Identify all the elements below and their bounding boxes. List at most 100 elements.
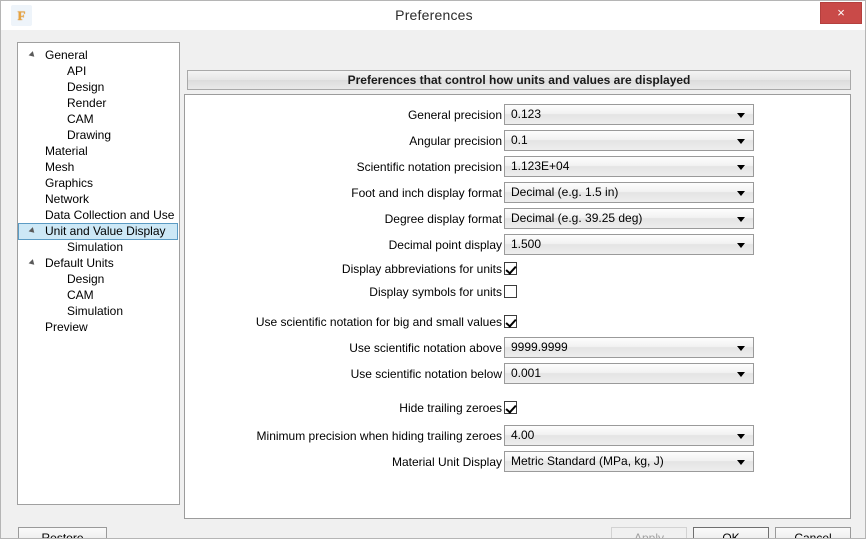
dropdown-use-scientific-notation-below[interactable]: 0.001 xyxy=(504,363,754,384)
form-row-display-symbols-for-units: Display symbols for units xyxy=(185,281,850,303)
dropdown-value: 1.500 xyxy=(511,237,542,251)
tree-item-graphics[interactable]: Graphics xyxy=(18,175,179,191)
chevron-down-icon[interactable] xyxy=(737,165,745,170)
tree-item-label: General xyxy=(45,48,88,62)
tree-item-drawing[interactable]: Drawing xyxy=(18,127,179,143)
chevron-down-icon[interactable] xyxy=(737,346,745,351)
label-foot-and-inch-display-format: Foot and inch display format xyxy=(351,186,502,200)
chevron-down-icon[interactable] xyxy=(737,434,745,439)
expand-triangle-icon[interactable] xyxy=(28,51,37,59)
expand-triangle-icon[interactable] xyxy=(28,259,37,267)
ok-button[interactable]: OK xyxy=(693,527,769,538)
checkbox-use-scientific-notation-for-big-and-small-values[interactable] xyxy=(504,315,517,328)
chevron-down-icon[interactable] xyxy=(737,372,745,377)
form-row-decimal-point-display: Decimal point display 1.500 xyxy=(185,234,850,256)
tree-item-network[interactable]: Network xyxy=(18,191,179,207)
label-decimal-point-display: Decimal point display xyxy=(388,238,502,252)
label-material-unit-display: Material Unit Display xyxy=(391,455,502,469)
control-column: Decimal (e.g. 1.5 in) xyxy=(504,182,754,203)
dropdown-value: Decimal (e.g. 1.5 in) xyxy=(511,185,619,199)
label-column: Scientific notation precision xyxy=(185,156,502,178)
dropdown-scientific-notation-precision[interactable]: 1.123E+04 xyxy=(504,156,754,177)
dropdown-angular-precision[interactable]: 0.1 xyxy=(504,130,754,151)
checkbox-display-abbreviations-for-units[interactable] xyxy=(504,262,517,275)
label-column: Minimum precision when hiding trailing z… xyxy=(185,425,502,447)
tree-item-simulation[interactable]: Simulation xyxy=(18,239,179,255)
chevron-down-icon[interactable] xyxy=(737,139,745,144)
tree-item-mesh[interactable]: Mesh xyxy=(18,159,179,175)
tree-item-label: Data Collection and Use xyxy=(45,208,175,222)
form-row-degree-display-format: Degree display format Decimal (e.g. 39.25… xyxy=(185,208,850,230)
dialog-body: General API Design Render CAM Drawing Material… xyxy=(1,30,865,538)
tree-item-label: Material xyxy=(45,144,88,158)
label-column: Display abbreviations for units xyxy=(185,258,502,280)
dropdown-value: 1.123E+04 xyxy=(511,159,570,173)
tree-item-label: Mesh xyxy=(45,160,75,174)
cancel-button[interactable]: Cancel xyxy=(775,527,851,538)
tree-item-label: CAM xyxy=(67,112,94,126)
close-icon[interactable]: × xyxy=(820,2,862,24)
control-column: 0.123 xyxy=(504,104,754,125)
control-column xyxy=(504,281,517,298)
dropdown-minimum-precision-when-hiding-trailing-zeroes[interactable]: 4.00 xyxy=(504,425,754,446)
tree-item-general[interactable]: General xyxy=(18,47,179,63)
control-column: 1.123E+04 xyxy=(504,156,754,177)
tree-item-default-units[interactable]: Default Units xyxy=(18,255,179,271)
tree-item-label: Graphics xyxy=(45,176,94,190)
control-column: 1.500 xyxy=(504,234,754,255)
tree-item-design[interactable]: Design xyxy=(18,79,179,95)
tree-item-api[interactable]: API xyxy=(18,63,179,79)
label-minimum-precision-when-hiding-trailing-zeroes: Minimum precision when hiding trailing z… xyxy=(256,429,502,443)
chevron-down-icon[interactable] xyxy=(737,243,745,248)
checkbox-hide-trailing-zeroes[interactable] xyxy=(504,401,517,414)
label-column: Degree display format xyxy=(185,208,502,230)
tree-item-preview[interactable]: Preview xyxy=(18,319,179,335)
window-title: Preferences xyxy=(395,7,473,23)
category-tree[interactable]: General API Design Render CAM Drawing Material… xyxy=(17,42,180,505)
label-column: Use scientific notation for big and smal… xyxy=(185,311,502,333)
dropdown-general-precision[interactable]: 0.123 xyxy=(504,104,754,125)
tree-item-simulation[interactable]: Simulation xyxy=(18,303,179,319)
tree-item-design[interactable]: Design xyxy=(18,271,179,287)
tree-item-render[interactable]: Render xyxy=(18,95,179,111)
tree-item-label: Simulation xyxy=(67,304,124,318)
tree-item-label: Design xyxy=(67,80,105,94)
label-use-scientific-notation-for-big-and-small-values: Use scientific notation for big and smal… xyxy=(255,315,502,329)
dropdown-foot-and-inch-display-format[interactable]: Decimal (e.g. 1.5 in) xyxy=(504,182,754,203)
label-column: Decimal point display xyxy=(185,234,502,256)
dropdown-value: 0.123 xyxy=(511,107,542,121)
tree-item-label: Preview xyxy=(45,320,88,334)
chevron-down-icon[interactable] xyxy=(737,113,745,118)
dropdown-use-scientific-notation-above[interactable]: 9999.9999 xyxy=(504,337,754,358)
dropdown-value: 0.1 xyxy=(511,133,528,147)
expand-triangle-icon[interactable] xyxy=(28,227,37,235)
dropdown-decimal-point-display[interactable]: 1.500 xyxy=(504,234,754,255)
restore-defaults-button[interactable]: Restore Defaults xyxy=(18,527,107,538)
form-row-scientific-notation-precision: Scientific notation precision 1.123E+04 xyxy=(185,156,850,178)
chevron-down-icon[interactable] xyxy=(737,217,745,222)
form-row-use-scientific-notation-above: Use scientific notation above 9999.9999 xyxy=(185,337,850,359)
label-display-symbols-for-units: Display symbols for units xyxy=(369,285,502,299)
chevron-down-icon[interactable] xyxy=(737,191,745,196)
tree-item-label: Unit and Value Display xyxy=(45,224,166,238)
tree-item-data-collection-and-use[interactable]: Data Collection and Use xyxy=(18,207,179,223)
dropdown-degree-display-format[interactable]: Decimal (e.g. 39.25 deg) xyxy=(504,208,754,229)
chevron-down-icon[interactable] xyxy=(737,460,745,465)
checkbox-display-symbols-for-units[interactable] xyxy=(504,285,517,298)
control-column xyxy=(504,258,517,275)
tree-item-cam[interactable]: CAM xyxy=(18,287,179,303)
dropdown-value: Decimal (e.g. 39.25 deg) xyxy=(511,211,643,225)
label-column: Foot and inch display format xyxy=(185,182,502,204)
dropdown-value: 0.001 xyxy=(511,366,542,380)
apply-button[interactable]: Apply xyxy=(611,527,687,538)
label-use-scientific-notation-above: Use scientific notation above xyxy=(349,341,502,355)
tree-item-unit-and-value-display[interactable]: Unit and Value Display xyxy=(18,223,178,240)
tree-item-material[interactable]: Material xyxy=(18,143,179,159)
tree-item-cam[interactable]: CAM xyxy=(18,111,179,127)
control-column: Metric Standard (MPa, kg, J) xyxy=(504,451,754,472)
label-column: Angular precision xyxy=(185,130,502,152)
form-row-foot-and-inch-display-format: Foot and inch display format Decimal (e.g… xyxy=(185,182,850,204)
dropdown-material-unit-display[interactable]: Metric Standard (MPa, kg, J) xyxy=(504,451,754,472)
tree-item-label: Drawing xyxy=(67,128,112,142)
tree-item-label: CAM xyxy=(67,288,94,302)
